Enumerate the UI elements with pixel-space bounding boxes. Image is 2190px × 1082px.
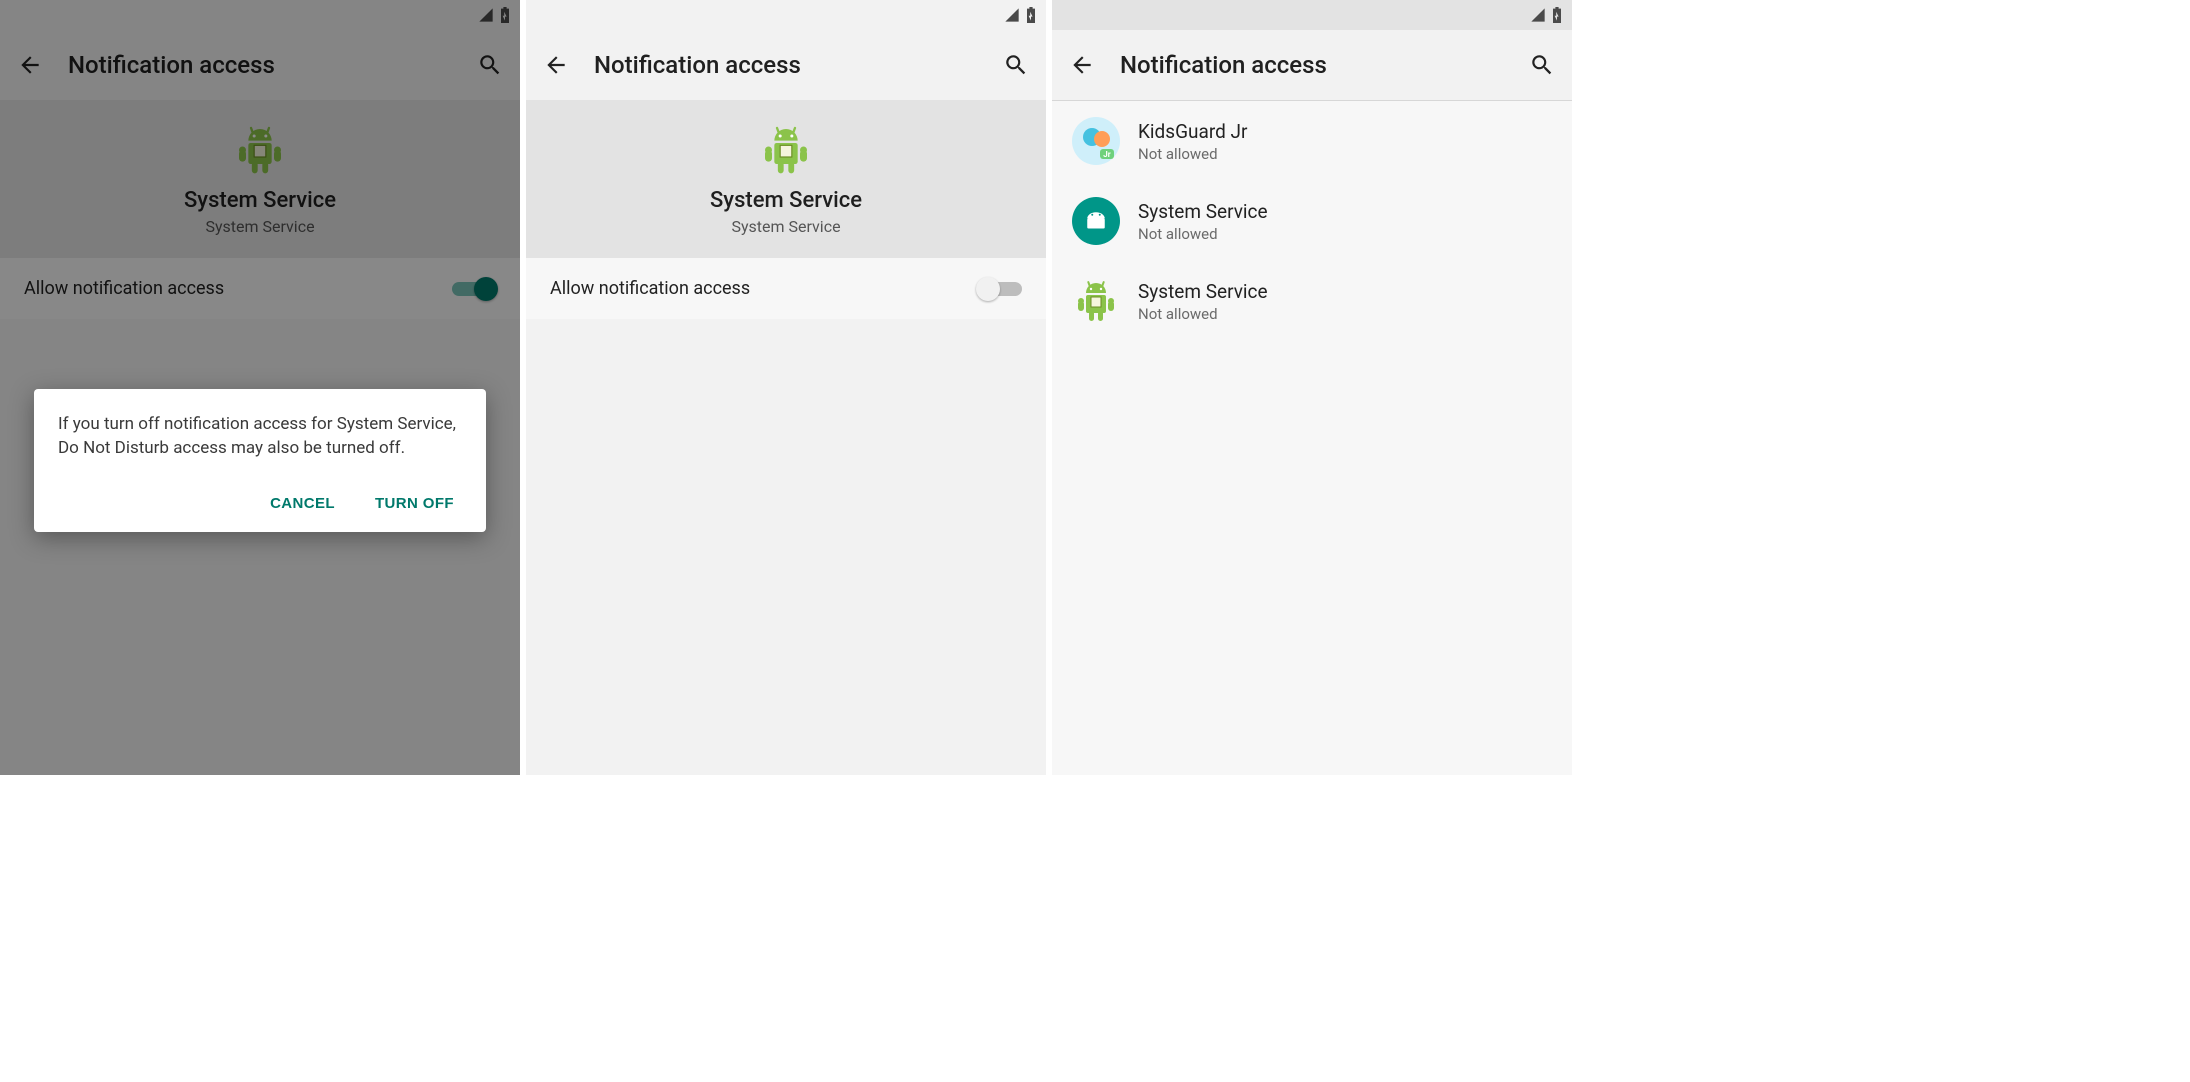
- signal-icon: [1004, 7, 1020, 23]
- signal-icon: [1530, 7, 1546, 23]
- allow-toggle-switch[interactable]: [978, 279, 1022, 299]
- svg-text:Jr: Jr: [1103, 150, 1110, 159]
- app-hero: System Service System Service: [526, 100, 1046, 258]
- screen-2: Notification access Syst: [526, 0, 1046, 775]
- app-list: Jr KidsGuard Jr Not allowed System Se: [1052, 101, 1572, 341]
- search-button[interactable]: [1528, 51, 1556, 79]
- back-button[interactable]: [542, 51, 570, 79]
- dialog-scrim[interactable]: [0, 0, 520, 775]
- status-bar: [1052, 0, 1572, 30]
- app-subtitle: System Service: [526, 217, 1046, 236]
- search-button[interactable]: [1002, 51, 1030, 79]
- allow-toggle-row[interactable]: Allow notification access: [526, 258, 1046, 319]
- list-item[interactable]: System Service Not allowed: [1052, 181, 1572, 261]
- app-bar: Notification access: [526, 30, 1046, 100]
- list-item-title: KidsGuard Jr: [1138, 120, 1247, 143]
- app-name: System Service: [526, 188, 1046, 213]
- android-circle-icon: [1072, 197, 1120, 245]
- list-item-title: System Service: [1138, 200, 1268, 223]
- page-title: Notification access: [1120, 51, 1504, 79]
- android-green-icon: [758, 122, 814, 178]
- battery-charging-icon: [1552, 7, 1562, 23]
- kidsguard-icon: Jr: [1072, 117, 1120, 165]
- list-item-title: System Service: [1138, 280, 1268, 303]
- status-bar: [526, 0, 1046, 30]
- screen-1: Notification access Syst: [0, 0, 520, 775]
- battery-charging-icon: [1026, 7, 1036, 23]
- dialog-actions: CANCEL TURN OFF: [58, 487, 462, 520]
- turn-off-button[interactable]: TURN OFF: [367, 487, 462, 520]
- confirm-dialog: If you turn off notification access for …: [34, 389, 486, 532]
- cancel-button[interactable]: CANCEL: [262, 487, 343, 520]
- list-item[interactable]: System Service Not allowed: [1052, 261, 1572, 341]
- list-item-status: Not allowed: [1138, 305, 1268, 323]
- back-button[interactable]: [1068, 51, 1096, 79]
- android-green-icon: [1072, 277, 1120, 325]
- screen-3: Notification access Jr KidsGuard Jr Not …: [1052, 0, 1572, 775]
- toggle-label: Allow notification access: [550, 278, 978, 299]
- dialog-body: If you turn off notification access for …: [58, 413, 462, 461]
- page-title: Notification access: [594, 51, 978, 79]
- list-item-status: Not allowed: [1138, 145, 1247, 163]
- list-item-status: Not allowed: [1138, 225, 1268, 243]
- list-item[interactable]: Jr KidsGuard Jr Not allowed: [1052, 101, 1572, 181]
- app-bar: Notification access: [1052, 30, 1572, 100]
